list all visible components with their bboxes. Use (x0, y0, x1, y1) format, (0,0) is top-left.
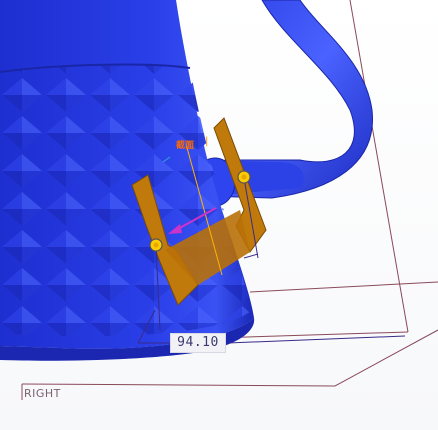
dimension-value-box[interactable]: 94.10 (170, 333, 226, 353)
section-label: 截面 (176, 141, 195, 151)
graphics-viewport[interactable]: 截面 | 94.10 RIGHT (0, 0, 438, 430)
drag-handle-bottom[interactable] (149, 238, 163, 252)
mug-handle (194, 0, 373, 207)
model-scene[interactable] (0, 0, 438, 430)
datum-plane-label: RIGHT (24, 387, 61, 400)
section-marker: | (205, 136, 209, 147)
drag-handle-top[interactable] (237, 170, 251, 184)
